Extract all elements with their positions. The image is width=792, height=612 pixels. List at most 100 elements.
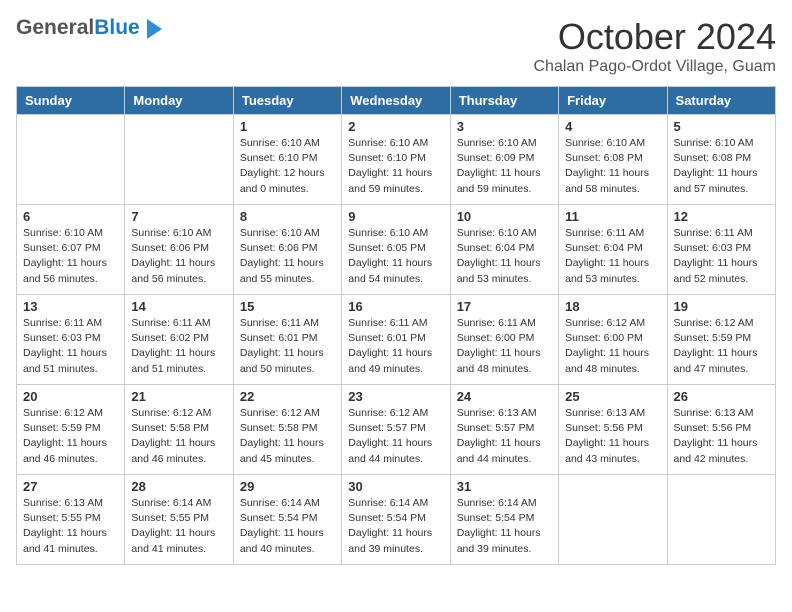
calendar-cell: 3 Sunrise: 6:10 AMSunset: 6:09 PMDaylight… bbox=[450, 115, 558, 205]
day-info: Sunrise: 6:13 AMSunset: 5:56 PMDaylight:… bbox=[565, 406, 660, 467]
logo-arrow-icon bbox=[147, 19, 162, 39]
day-info: Sunrise: 6:12 AMSunset: 5:59 PMDaylight:… bbox=[23, 406, 118, 467]
day-info: Sunrise: 6:13 AMSunset: 5:56 PMDaylight:… bbox=[674, 406, 769, 467]
calendar-cell: 2 Sunrise: 6:10 AMSunset: 6:10 PMDaylight… bbox=[342, 115, 450, 205]
day-number: 1 bbox=[240, 119, 335, 134]
calendar-cell: 22 Sunrise: 6:12 AMSunset: 5:58 PMDayligh… bbox=[233, 385, 341, 475]
logo-blue-text: Blue bbox=[94, 16, 140, 39]
calendar-cell: 1 Sunrise: 6:10 AMSunset: 6:10 PMDaylight… bbox=[233, 115, 341, 205]
calendar-cell: 24 Sunrise: 6:13 AMSunset: 5:57 PMDayligh… bbox=[450, 385, 558, 475]
calendar-cell: 27 Sunrise: 6:13 AMSunset: 5:55 PMDayligh… bbox=[17, 475, 125, 565]
calendar-cell: 21Sunrise: 6:12 AMSunset: 5:58 PMDayligh… bbox=[125, 385, 233, 475]
calendar-cell: 23Sunrise: 6:12 AMSunset: 5:57 PMDayligh… bbox=[342, 385, 450, 475]
day-info: Sunrise: 6:11 AMSunset: 6:01 PMDaylight:… bbox=[348, 316, 443, 377]
col-header-monday: Monday bbox=[125, 87, 233, 115]
calendar-cell: 30 Sunrise: 6:14 AMSunset: 5:54 PMDayligh… bbox=[342, 475, 450, 565]
day-info: Sunrise: 6:14 AMSunset: 5:54 PMDaylight:… bbox=[348, 496, 443, 557]
day-info: Sunrise: 6:12 AMSunset: 5:58 PMDaylight:… bbox=[131, 406, 226, 467]
calendar-table: SundayMondayTuesdayWednesdayThursdayFrid… bbox=[16, 86, 776, 565]
calendar-cell: 6 Sunrise: 6:10 AMSunset: 6:07 PMDaylight… bbox=[17, 205, 125, 295]
day-number: 28 bbox=[131, 479, 226, 494]
calendar-cell: 28 Sunrise: 6:14 AMSunset: 5:55 PMDayligh… bbox=[125, 475, 233, 565]
day-number: 23 bbox=[348, 389, 443, 404]
calendar-week-row: 27 Sunrise: 6:13 AMSunset: 5:55 PMDayligh… bbox=[17, 475, 776, 565]
day-number: 13 bbox=[23, 299, 118, 314]
day-info: Sunrise: 6:13 AMSunset: 5:55 PMDaylight:… bbox=[23, 496, 118, 557]
calendar-cell bbox=[667, 475, 775, 565]
day-info: Sunrise: 6:10 AMSunset: 6:10 PMDaylight:… bbox=[240, 136, 335, 197]
day-number: 27 bbox=[23, 479, 118, 494]
calendar-cell: 16 Sunrise: 6:11 AMSunset: 6:01 PMDayligh… bbox=[342, 295, 450, 385]
day-info: Sunrise: 6:12 AMSunset: 5:59 PMDaylight:… bbox=[674, 316, 769, 377]
col-header-thursday: Thursday bbox=[450, 87, 558, 115]
calendar-cell: 20Sunrise: 6:12 AMSunset: 5:59 PMDayligh… bbox=[17, 385, 125, 475]
calendar-cell: 11 Sunrise: 6:11 AMSunset: 6:04 PMDayligh… bbox=[559, 205, 667, 295]
calendar-cell: 5Sunrise: 6:10 AMSunset: 6:08 PMDaylight… bbox=[667, 115, 775, 205]
day-info: Sunrise: 6:11 AMSunset: 6:03 PMDaylight:… bbox=[23, 316, 118, 377]
day-info: Sunrise: 6:10 AMSunset: 6:09 PMDaylight:… bbox=[457, 136, 552, 197]
col-header-friday: Friday bbox=[559, 87, 667, 115]
day-info: Sunrise: 6:12 AMSunset: 5:58 PMDaylight:… bbox=[240, 406, 335, 467]
calendar-week-row: 13 Sunrise: 6:11 AMSunset: 6:03 PMDayligh… bbox=[17, 295, 776, 385]
day-info: Sunrise: 6:10 AMSunset: 6:10 PMDaylight:… bbox=[348, 136, 443, 197]
col-header-sunday: Sunday bbox=[17, 87, 125, 115]
day-number: 26 bbox=[674, 389, 769, 404]
day-info: Sunrise: 6:11 AMSunset: 6:01 PMDaylight:… bbox=[240, 316, 335, 377]
day-number: 22 bbox=[240, 389, 335, 404]
day-info: Sunrise: 6:10 AMSunset: 6:04 PMDaylight:… bbox=[457, 226, 552, 287]
day-number: 11 bbox=[565, 209, 660, 224]
calendar-cell: 13 Sunrise: 6:11 AMSunset: 6:03 PMDayligh… bbox=[17, 295, 125, 385]
day-number: 16 bbox=[348, 299, 443, 314]
calendar-cell: 15 Sunrise: 6:11 AMSunset: 6:01 PMDayligh… bbox=[233, 295, 341, 385]
calendar-cell bbox=[17, 115, 125, 205]
day-number: 24 bbox=[457, 389, 552, 404]
day-number: 7 bbox=[131, 209, 226, 224]
day-number: 10 bbox=[457, 209, 552, 224]
day-info: Sunrise: 6:12 AMSunset: 6:00 PMDaylight:… bbox=[565, 316, 660, 377]
col-header-wednesday: Wednesday bbox=[342, 87, 450, 115]
calendar-cell: 19 Sunrise: 6:12 AMSunset: 5:59 PMDayligh… bbox=[667, 295, 775, 385]
day-number: 29 bbox=[240, 479, 335, 494]
day-info: Sunrise: 6:13 AMSunset: 5:57 PMDaylight:… bbox=[457, 406, 552, 467]
day-number: 4 bbox=[565, 119, 660, 134]
calendar-cell: 8Sunrise: 6:10 AMSunset: 6:06 PMDaylight… bbox=[233, 205, 341, 295]
title-section: October 2024 Chalan Pago-Ordot Village, … bbox=[533, 16, 776, 76]
day-info: Sunrise: 6:14 AMSunset: 5:54 PMDaylight:… bbox=[457, 496, 552, 557]
calendar-cell: 31 Sunrise: 6:14 AMSunset: 5:54 PMDayligh… bbox=[450, 475, 558, 565]
logo: GeneralBlue bbox=[16, 16, 162, 41]
day-number: 31 bbox=[457, 479, 552, 494]
day-number: 5 bbox=[674, 119, 769, 134]
day-number: 3 bbox=[457, 119, 552, 134]
day-number: 17 bbox=[457, 299, 552, 314]
day-info: Sunrise: 6:10 AMSunset: 6:06 PMDaylight:… bbox=[240, 226, 335, 287]
day-number: 2 bbox=[348, 119, 443, 134]
calendar-cell: 25Sunrise: 6:13 AMSunset: 5:56 PMDayligh… bbox=[559, 385, 667, 475]
calendar-header-row: SundayMondayTuesdayWednesdayThursdayFrid… bbox=[17, 87, 776, 115]
day-number: 19 bbox=[674, 299, 769, 314]
calendar-week-row: 1 Sunrise: 6:10 AMSunset: 6:10 PMDaylight… bbox=[17, 115, 776, 205]
col-header-saturday: Saturday bbox=[667, 87, 775, 115]
calendar-cell: 7 Sunrise: 6:10 AMSunset: 6:06 PMDaylight… bbox=[125, 205, 233, 295]
logo-general-text: General bbox=[16, 16, 94, 39]
day-info: Sunrise: 6:11 AMSunset: 6:04 PMDaylight:… bbox=[565, 226, 660, 287]
col-header-tuesday: Tuesday bbox=[233, 87, 341, 115]
calendar-cell: 17Sunrise: 6:11 AMSunset: 6:00 PMDayligh… bbox=[450, 295, 558, 385]
day-number: 12 bbox=[674, 209, 769, 224]
day-info: Sunrise: 6:10 AMSunset: 6:06 PMDaylight:… bbox=[131, 226, 226, 287]
day-number: 6 bbox=[23, 209, 118, 224]
day-number: 15 bbox=[240, 299, 335, 314]
day-info: Sunrise: 6:10 AMSunset: 6:05 PMDaylight:… bbox=[348, 226, 443, 287]
calendar-cell: 26 Sunrise: 6:13 AMSunset: 5:56 PMDayligh… bbox=[667, 385, 775, 475]
header: GeneralBlue October 2024 Chalan Pago-Ord… bbox=[16, 16, 776, 76]
day-info: Sunrise: 6:10 AMSunset: 6:07 PMDaylight:… bbox=[23, 226, 118, 287]
day-number: 30 bbox=[348, 479, 443, 494]
calendar-week-row: 6 Sunrise: 6:10 AMSunset: 6:07 PMDaylight… bbox=[17, 205, 776, 295]
day-info: Sunrise: 6:10 AMSunset: 6:08 PMDaylight:… bbox=[565, 136, 660, 197]
location-title: Chalan Pago-Ordot Village, Guam bbox=[533, 58, 776, 76]
calendar-cell: 29Sunrise: 6:14 AMSunset: 5:54 PMDayligh… bbox=[233, 475, 341, 565]
day-info: Sunrise: 6:14 AMSunset: 5:55 PMDaylight:… bbox=[131, 496, 226, 557]
calendar-cell: 4 Sunrise: 6:10 AMSunset: 6:08 PMDaylight… bbox=[559, 115, 667, 205]
calendar-cell: 10 Sunrise: 6:10 AMSunset: 6:04 PMDayligh… bbox=[450, 205, 558, 295]
calendar-cell: 14Sunrise: 6:11 AMSunset: 6:02 PMDayligh… bbox=[125, 295, 233, 385]
calendar-cell bbox=[559, 475, 667, 565]
